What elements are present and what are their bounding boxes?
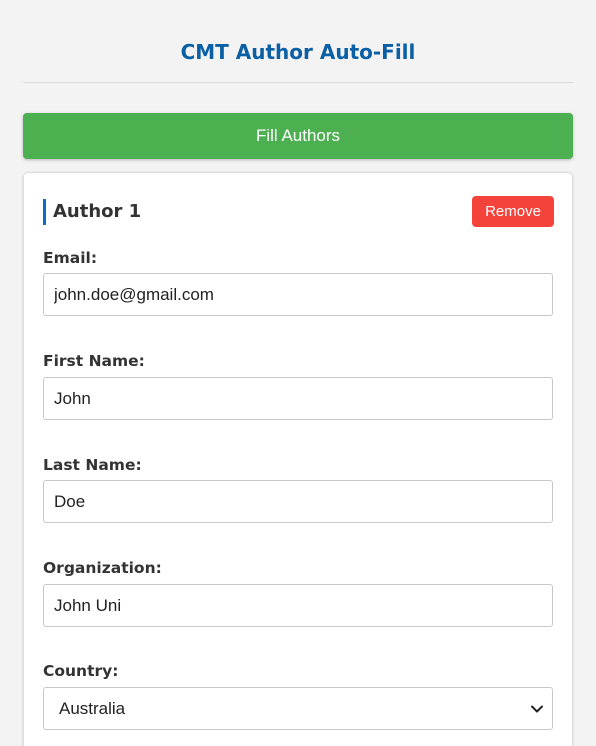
header: CMT Author Auto-Fill [23,0,573,83]
last-name-field[interactable] [43,480,553,523]
author-heading: Author 1 [43,199,141,225]
last-name-label: Last Name: [43,456,142,474]
author-card: Author 1 Remove Email: First Name: Last … [23,172,573,746]
country-select[interactable]: Australia [43,687,553,730]
email-label: Email: [43,249,98,267]
email-field[interactable] [43,273,553,316]
first-name-field[interactable] [43,377,553,420]
country-label: Country: [43,662,119,680]
country-selected-value: Australia [59,699,126,718]
page-title: CMT Author Auto-Fill [180,40,416,64]
organization-field[interactable] [43,584,553,627]
organization-label: Organization: [43,559,162,577]
first-name-label: First Name: [43,352,145,370]
remove-author-button[interactable]: Remove [472,196,554,227]
chevron-down-icon [530,702,544,716]
fill-authors-button[interactable]: Fill Authors [23,113,573,159]
page: CMT Author Auto-Fill Fill Authors Author… [0,0,596,746]
